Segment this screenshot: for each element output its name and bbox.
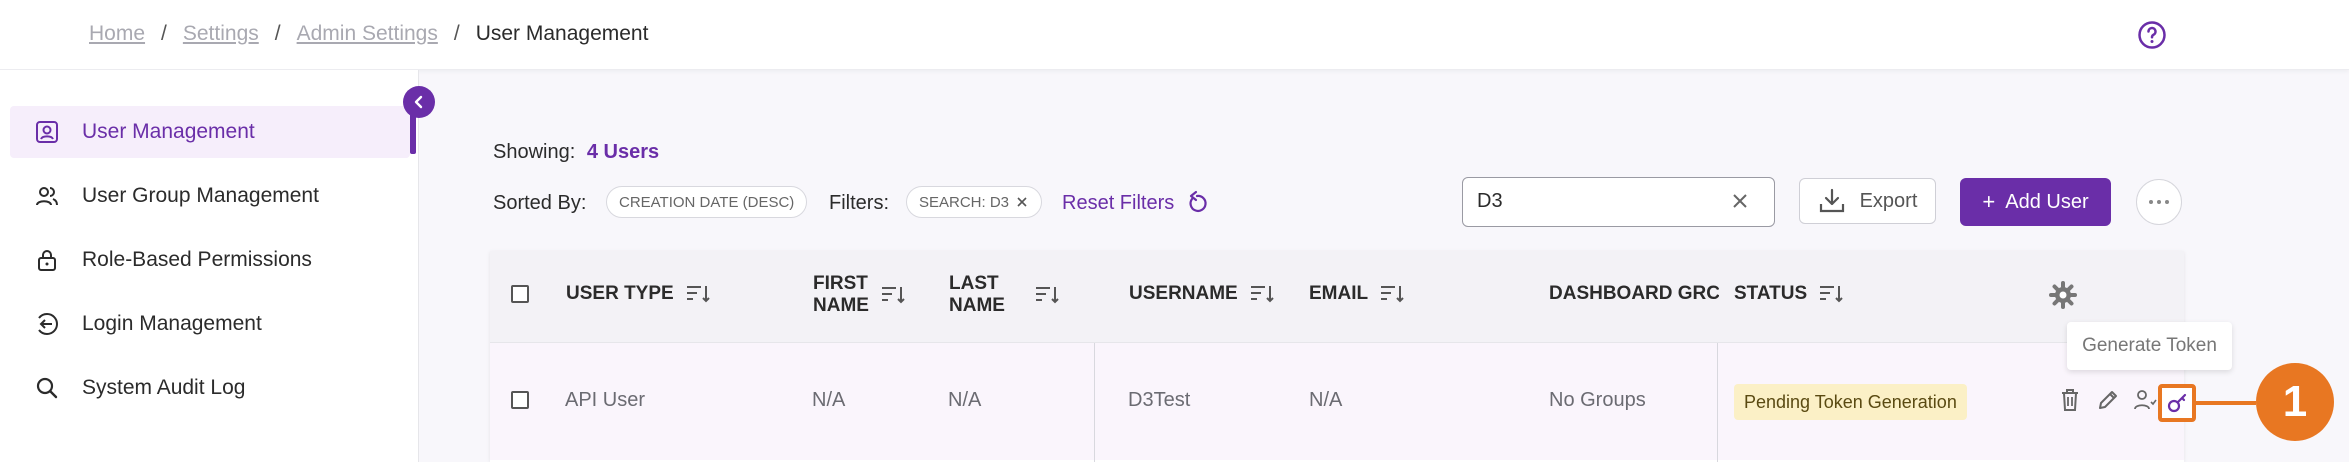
sorted-by-label: Sorted By: <box>493 192 587 214</box>
filters-label: Filters: <box>829 192 889 214</box>
user-count: 4 Users <box>586 141 660 163</box>
filter-chip-label: SEARCH: D3 <box>919 193 1010 211</box>
column-header-label: DASHBOARD GRC <box>1549 283 1719 304</box>
top-bar: Home / Settings / Admin Settings / User … <box>0 0 2349 70</box>
callout-marker: 1 <box>2256 363 2334 441</box>
reset-filters-label: Reset Filters <box>1062 191 1175 214</box>
download-icon <box>1819 188 1844 213</box>
column-header-last-name[interactable]: LAST NAME <box>949 273 1061 317</box>
sort-chip-label: CREATION DATE (DESC) <box>619 193 795 211</box>
showing-summary: Showing: 4 Users <box>493 141 659 164</box>
plus-icon: + <box>1982 189 1996 214</box>
column-header-line: NAME <box>949 295 1005 316</box>
close-icon[interactable] <box>1015 195 1029 209</box>
reset-icon <box>1189 190 1207 212</box>
delete-button[interactable] <box>2057 387 2083 413</box>
breadcrumb-admin-settings[interactable]: Admin Settings <box>297 22 438 46</box>
cell-user-type: API User <box>565 389 646 411</box>
sidebar-item-label: User Management <box>82 120 255 143</box>
sidebar: User Management User Group Management Ro… <box>0 70 419 462</box>
showing-label: Showing: <box>493 141 576 163</box>
users-icon <box>34 183 60 209</box>
row-checkbox[interactable] <box>511 391 529 409</box>
generate-token-button[interactable] <box>2158 384 2196 422</box>
breadcrumb: Home / Settings / Admin Settings / User … <box>89 22 648 46</box>
help-icon[interactable] <box>2137 20 2167 50</box>
export-button[interactable]: Export <box>1799 178 1936 224</box>
sidebar-item-login-management[interactable]: Login Management <box>10 298 410 350</box>
sidebar-item-role-based-permissions[interactable]: Role-Based Permissions <box>10 234 410 286</box>
sidebar-item-label: Login Management <box>82 312 262 335</box>
chevron-left-icon <box>414 95 423 109</box>
column-header-label: FIRST NAME <box>813 273 869 317</box>
sidebar-item-user-group-management[interactable]: User Group Management <box>10 170 410 222</box>
column-header-line: FIRST <box>813 273 868 294</box>
search-icon <box>34 375 60 401</box>
reset-filters-link[interactable]: Reset Filters <box>1062 190 1210 216</box>
more-options-button[interactable] <box>2136 179 2182 225</box>
search-input[interactable] <box>1477 190 1717 213</box>
column-header-line: NAME <box>813 295 869 316</box>
column-header-status[interactable]: STATUS <box>1734 283 1845 305</box>
breadcrumb-separator: / <box>274 22 281 45</box>
add-user-button[interactable]: + Add User <box>1960 178 2111 226</box>
add-user-label: Add User <box>2005 190 2089 213</box>
column-header-dashboard-groups[interactable]: DASHBOARD GRC <box>1549 283 1719 305</box>
trash-icon <box>2062 389 2078 411</box>
user-action-button[interactable] <box>2132 387 2158 413</box>
callout-connector <box>2196 401 2256 405</box>
cell-last-name: N/A <box>948 389 982 411</box>
column-header-line: LAST <box>949 273 999 294</box>
sort-icon[interactable] <box>1819 284 1845 304</box>
breadcrumb-current: User Management <box>475 22 649 45</box>
sort-icon[interactable] <box>881 285 907 305</box>
cell-email: N/A <box>1309 389 1343 411</box>
column-divider <box>1717 343 1718 462</box>
sidebar-item-label: User Group Management <box>82 184 319 207</box>
sort-icon[interactable] <box>686 284 712 304</box>
select-all-checkbox[interactable] <box>511 285 529 303</box>
clear-search-icon[interactable] <box>1728 189 1752 213</box>
sort-icon[interactable] <box>1250 284 1276 304</box>
key-icon <box>2167 393 2187 413</box>
collapse-sidebar-button[interactable] <box>403 86 435 118</box>
column-header-email[interactable]: EMAIL <box>1309 283 1406 305</box>
column-header-label: EMAIL <box>1309 283 1369 304</box>
sidebar-item-user-management[interactable]: User Management <box>10 106 410 158</box>
cell-first-name: N/A <box>812 389 846 411</box>
sidebar-item-label: System Audit Log <box>82 376 246 399</box>
export-label: Export <box>1859 189 1918 212</box>
pencil-icon <box>2099 391 2117 409</box>
edit-button[interactable] <box>2095 387 2121 413</box>
sidebar-item-label: Role-Based Permissions <box>82 248 312 271</box>
column-header-label: USERNAME <box>1129 283 1238 304</box>
column-header-label: STATUS <box>1734 283 1808 304</box>
column-header-label: USER TYPE <box>566 283 674 304</box>
column-divider <box>1094 343 1095 462</box>
generate-token-tooltip: Generate Token <box>2067 322 2232 370</box>
cell-dashboard-groups: No Groups <box>1549 389 1646 411</box>
column-header-username[interactable]: USERNAME <box>1129 283 1276 305</box>
more-horizontal-icon <box>2149 200 2169 204</box>
cell-username: D3Test <box>1128 389 1191 411</box>
column-header-user-type[interactable]: USER TYPE <box>566 283 712 305</box>
user-icon <box>2134 390 2157 410</box>
sidebar-item-system-audit-log[interactable]: System Audit Log <box>10 362 410 414</box>
breadcrumb-separator: / <box>453 22 460 45</box>
column-header-label: LAST NAME <box>949 273 1005 317</box>
sort-chip[interactable]: CREATION DATE (DESC) <box>606 186 808 218</box>
filter-chip[interactable]: SEARCH: D3 <box>906 186 1043 218</box>
column-header-first-name[interactable]: FIRST NAME <box>813 273 907 317</box>
breadcrumb-home[interactable]: Home <box>89 22 145 46</box>
sort-icon[interactable] <box>1035 285 1061 305</box>
gear-icon[interactable] <box>2049 281 2077 309</box>
status-badge: Pending Token Generation <box>1734 384 1967 420</box>
breadcrumb-settings[interactable]: Settings <box>183 22 259 46</box>
login-icon <box>34 311 60 337</box>
breadcrumb-separator: / <box>161 22 167 45</box>
lock-icon <box>34 247 60 273</box>
user-profile-icon <box>34 119 60 145</box>
sort-icon[interactable] <box>1380 284 1406 304</box>
